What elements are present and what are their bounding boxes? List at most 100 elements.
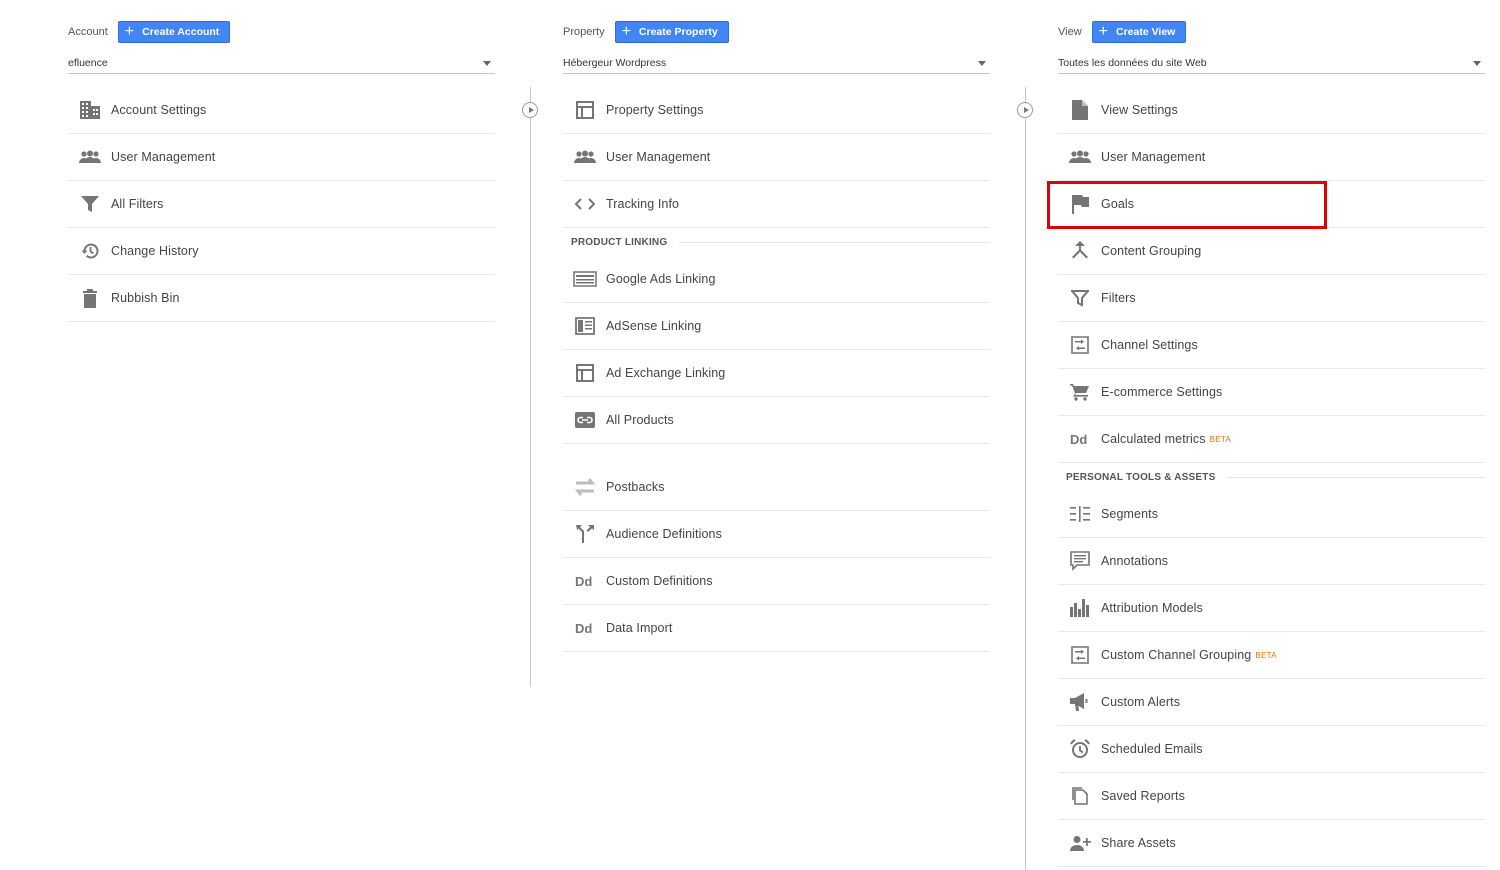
- property-selector[interactable]: Hébergeur Wordpress: [563, 53, 990, 74]
- arrow-right-icon: [522, 102, 538, 118]
- person-add-icon: [1058, 835, 1101, 851]
- section-title: PRODUCT LINKING: [571, 236, 668, 248]
- menu-item-segments[interactable]: Segments: [1058, 491, 1485, 538]
- menu-item-view-user-management[interactable]: User Management: [1058, 134, 1485, 181]
- property-menu: Property Settings User Management Tracki…: [563, 87, 990, 652]
- view-selector[interactable]: Toutes les données du site Web: [1058, 53, 1485, 74]
- menu-item-all-products[interactable]: All Products: [563, 397, 990, 444]
- code-icon: [563, 197, 606, 211]
- view-label: View: [1058, 26, 1082, 38]
- menu-item-label: E-commerce Settings: [1101, 385, 1223, 399]
- document-icon: [1058, 100, 1101, 120]
- comment-icon: [1058, 551, 1101, 571]
- personal-tools-heading: PERSONAL TOOLS & ASSETS: [1058, 463, 1485, 491]
- menu-item-label: Custom Channel Grouping: [1101, 648, 1252, 662]
- product-linking-heading: PRODUCT LINKING: [563, 228, 990, 256]
- menu-item-scheduled-emails[interactable]: Scheduled Emails: [1058, 726, 1485, 773]
- menu-item-label: Custom Definitions: [606, 574, 713, 588]
- menu-item-rubbish-bin[interactable]: Rubbish Bin: [68, 275, 495, 322]
- create-account-label: Create Account: [142, 26, 220, 38]
- menu-item-postbacks[interactable]: Postbacks: [563, 464, 990, 511]
- adsense-icon: [563, 317, 606, 335]
- arrow-right-icon: [1017, 102, 1033, 118]
- megaphone-icon: [1058, 693, 1101, 711]
- dropdown-caret-icon: [1473, 60, 1481, 66]
- menu-item-label: Calculated metrics: [1101, 432, 1206, 446]
- menu-item-data-import[interactable]: Dd Data Import: [563, 605, 990, 652]
- menu-item-label: Rubbish Bin: [111, 291, 180, 305]
- create-property-label: Create Property: [638, 26, 718, 38]
- menu-item-filters[interactable]: Filters: [1058, 275, 1485, 322]
- menu-item-attribution-models[interactable]: Attribution Models: [1058, 585, 1485, 632]
- beta-badge: BETA: [1209, 434, 1232, 444]
- menu-item-calculated-metrics[interactable]: Dd Calculated metrics BETA: [1058, 416, 1485, 463]
- menu-item-label: Scheduled Emails: [1101, 742, 1203, 756]
- svg-text:Dd: Dd: [1070, 432, 1087, 446]
- plus-icon: +: [124, 22, 135, 40]
- menu-item-google-ads-linking[interactable]: Google Ads Linking: [563, 256, 990, 303]
- menu-item-label: Google Ads Linking: [606, 272, 716, 286]
- menu-item-account-settings[interactable]: Account Settings: [68, 87, 495, 134]
- account-selected: efluence: [68, 57, 108, 69]
- menu-item-annotations[interactable]: Annotations: [1058, 538, 1485, 585]
- beta-badge: BETA: [1255, 650, 1277, 660]
- account-header: Account + Create Account: [68, 21, 231, 43]
- plus-icon: +: [1098, 22, 1108, 40]
- people-icon: [1058, 150, 1101, 164]
- menu-item-view-settings[interactable]: View Settings: [1058, 87, 1485, 134]
- account-selector[interactable]: efluence: [68, 53, 495, 74]
- section-rule: [679, 241, 990, 243]
- menu-item-ad-exchange-linking[interactable]: Ad Exchange Linking: [563, 350, 990, 397]
- menu-item-share-assets[interactable]: Share Assets: [1058, 820, 1485, 867]
- dd-icon: Dd: [1058, 432, 1101, 446]
- property-label: Property: [563, 26, 605, 38]
- svg-text:Dd: Dd: [575, 621, 592, 635]
- menu-item-account-user-management[interactable]: User Management: [68, 134, 495, 181]
- svg-text:Dd: Dd: [575, 574, 592, 588]
- menu-item-content-grouping[interactable]: Content Grouping: [1058, 228, 1485, 275]
- menu-item-label: All Filters: [111, 197, 164, 211]
- menu-item-label: Ad Exchange Linking: [606, 366, 726, 380]
- menu-item-custom-channel-grouping[interactable]: Custom Channel Grouping BETA: [1058, 632, 1485, 679]
- menu-item-tracking-info[interactable]: Tracking Info: [563, 181, 990, 228]
- cart-icon: [1058, 383, 1101, 401]
- trash-icon: [68, 288, 111, 308]
- create-account-button[interactable]: + Create Account: [117, 21, 231, 43]
- menu-item-channel-settings[interactable]: Channel Settings: [1058, 322, 1485, 369]
- goals-highlight-box: [1047, 181, 1327, 229]
- menu-item-label: Account Settings: [111, 103, 207, 117]
- create-property-button[interactable]: + Create Property: [614, 21, 729, 43]
- menu-item-label: View Settings: [1101, 103, 1178, 117]
- menu-item-property-settings[interactable]: Property Settings: [563, 87, 990, 134]
- view-header: View + Create View: [1058, 21, 1187, 43]
- menu-item-adsense-linking[interactable]: AdSense Linking: [563, 303, 990, 350]
- menu-item-label: Filters: [1101, 291, 1136, 305]
- menu-item-label: Custom Alerts: [1101, 695, 1181, 709]
- menu-item-label: Segments: [1101, 507, 1159, 521]
- create-view-label: Create View: [1116, 26, 1176, 38]
- menu-item-label: User Management: [111, 150, 216, 164]
- dropdown-caret-icon: [483, 60, 491, 66]
- menu-item-custom-definitions[interactable]: Dd Custom Definitions: [563, 558, 990, 605]
- bars-icon: [1058, 599, 1101, 617]
- dd-icon: Dd: [563, 621, 606, 635]
- people-icon: [563, 150, 606, 164]
- channel-icon: [1058, 646, 1101, 664]
- property-selected: Hébergeur Wordpress: [563, 57, 667, 69]
- menu-item-audience-definitions[interactable]: Audience Definitions: [563, 511, 990, 558]
- ads-icon: [563, 271, 606, 287]
- menu-item-saved-reports[interactable]: Saved Reports: [1058, 773, 1485, 820]
- menu-item-custom-alerts[interactable]: Custom Alerts: [1058, 679, 1485, 726]
- menu-item-ecommerce-settings[interactable]: E-commerce Settings: [1058, 369, 1485, 416]
- create-view-button[interactable]: + Create View: [1091, 21, 1187, 43]
- menu-item-change-history[interactable]: Change History: [68, 228, 495, 275]
- column-divider: [530, 87, 531, 687]
- menu-item-label: User Management: [1101, 150, 1206, 164]
- menu-item-label: Share Assets: [1101, 836, 1176, 850]
- alarm-icon: [1058, 739, 1101, 759]
- menu-item-property-user-management[interactable]: User Management: [563, 134, 990, 181]
- menu-item-all-filters[interactable]: All Filters: [68, 181, 495, 228]
- history-icon: [68, 242, 111, 260]
- dropdown-caret-icon: [978, 60, 986, 66]
- copy-icon: [1058, 787, 1101, 805]
